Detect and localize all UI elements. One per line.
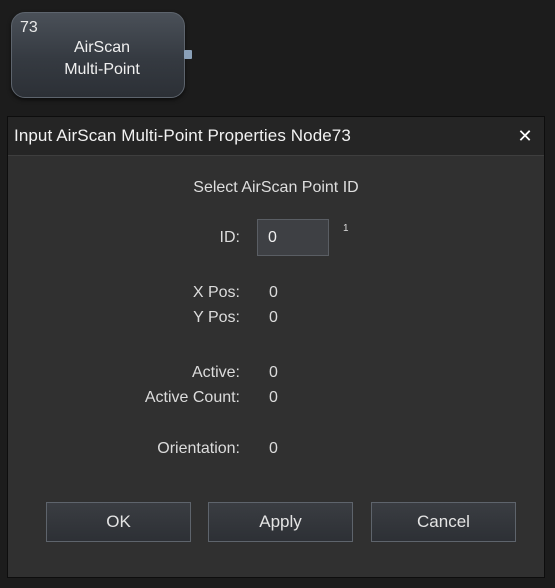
x-pos-label: X Pos: [192,284,240,301]
node-output-port[interactable] [184,50,192,59]
node-name-line2: Multi-Point [64,61,140,78]
dialog-title: Input AirScan Multi-Point Properties Nod… [14,126,351,145]
properties-dialog: Input AirScan Multi-Point Properties Nod… [7,116,545,578]
node-name-line1: AirScan [73,39,131,56]
dialog-heading: Select AirScan Point ID [193,179,359,196]
airscan-multipoint-node[interactable]: 73 AirScan Multi-Point [11,12,185,98]
id-superscript: 1 [343,223,349,234]
node-id-label: 73 [20,19,38,36]
y-pos-label: Y Pos: [193,309,240,326]
active-count-label: Active Count: [144,389,240,406]
active-value: 0 [269,364,278,381]
cancel-button[interactable]: Cancel [371,502,516,542]
close-icon[interactable]: ✕ [516,127,534,145]
orientation-label: Orientation: [157,440,240,457]
active-count-value: 0 [269,389,278,406]
x-pos-value: 0 [269,284,278,301]
ok-button[interactable]: OK [46,502,191,542]
id-label: ID: [219,229,240,246]
active-label: Active: [191,364,240,381]
y-pos-value: 0 [269,309,278,326]
point-id-input[interactable] [257,219,329,256]
node-name: AirScan Multi-Point [42,37,162,81]
orientation-value: 0 [269,440,278,457]
dialog-titlebar[interactable]: Input AirScan Multi-Point Properties Nod… [8,117,544,156]
apply-button[interactable]: Apply [208,502,353,542]
